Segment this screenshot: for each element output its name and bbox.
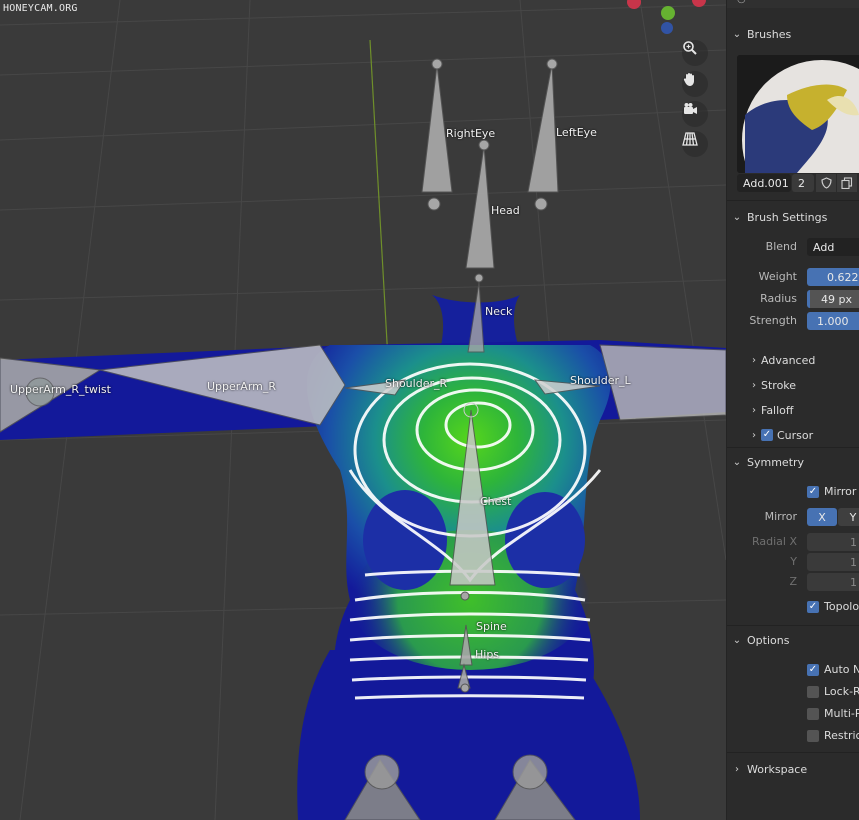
lock-relative-checkbox[interactable] [807, 685, 819, 698]
advanced-subpanel[interactable]: › Advanced [747, 350, 815, 370]
chevron-right-icon: › [752, 354, 756, 366]
hand-pan-icon[interactable] [682, 71, 708, 97]
radial-z-field[interactable]: 1 [807, 573, 859, 591]
panel-top-bar: ◔ [727, 0, 859, 8]
grid-perspective-icon[interactable] [682, 131, 708, 157]
radial-x-label: Radial X [751, 535, 797, 548]
properties-panel: ◔ ⌄ Brushes Add.001 2 ⌄ Brush Settings B… [726, 0, 859, 820]
strength-slider[interactable]: 1.000 [807, 312, 859, 330]
blend-dropdown[interactable]: Add [807, 238, 859, 256]
symmetry-header[interactable]: ⌄ Symmetry [727, 451, 859, 473]
multi-paint-checkbox[interactable] [807, 707, 819, 720]
restrict-option[interactable]: Restrict [807, 729, 859, 742]
fake-user-shield-icon[interactable] [816, 174, 836, 192]
auto-normalize-checkbox[interactable]: ✓ [807, 663, 819, 676]
divider [727, 447, 859, 448]
auto-normalize-option[interactable]: ✓ Auto No [807, 663, 859, 676]
lock-relative-option[interactable]: Lock-Re [807, 685, 859, 698]
chevron-right-icon: › [752, 379, 756, 391]
duplicate-icon[interactable] [837, 174, 857, 192]
topology-mirror-checkbox[interactable]: ✓ [807, 600, 819, 613]
divider [727, 200, 859, 201]
watermark: HONEYCAM.ORG [3, 3, 78, 14]
brush-users-count[interactable]: 2 [792, 174, 814, 192]
workspace-header[interactable]: › Workspace [727, 758, 859, 780]
brush-settings-header[interactable]: ⌄ Brush Settings [727, 206, 859, 228]
mirror-vertex-groups-option[interactable]: ✓ Mirror V [807, 485, 859, 498]
brush-preview[interactable] [737, 55, 859, 173]
chevron-right-icon: › [752, 404, 756, 416]
chevron-down-icon: ⌄ [732, 634, 742, 646]
3d-viewport[interactable]: HONEYCAM.ORG RightEye LeftEye Head Neck … [0, 0, 726, 820]
bone-label-upperarm-r: UpperArm_R [207, 380, 277, 393]
weight-slider[interactable]: 0.622 [807, 268, 859, 286]
options-header[interactable]: ⌄ Options [727, 629, 859, 651]
divider [727, 752, 859, 753]
divider [727, 625, 859, 626]
chevron-down-icon: ⌄ [732, 211, 742, 223]
mirror-y-toggle[interactable]: Y [838, 508, 859, 526]
bone-label-chest: Chest [480, 495, 512, 508]
topology-mirror-option[interactable]: ✓ Topolog [807, 600, 859, 613]
chevron-down-icon: ⌄ [732, 28, 742, 40]
weight-label: Weight [758, 270, 797, 283]
stroke-subpanel[interactable]: › Stroke [747, 375, 796, 395]
bone-label-shoulder-r: Shoulder_R [385, 377, 448, 390]
gizmo-y-dot [661, 6, 675, 20]
zoom-icon[interactable] [682, 40, 708, 66]
radial-x-field[interactable]: 1 [807, 533, 859, 551]
multi-paint-option[interactable]: Multi-Pa [807, 707, 859, 720]
wrench-icon[interactable]: ◔ [737, 0, 746, 5]
bone-label-head: Head [491, 204, 520, 217]
radius-label: Radius [760, 292, 797, 305]
cursor-subpanel[interactable]: › ✓ Cursor [747, 425, 813, 445]
bone-label-shoulder-l: Shoulder_L [570, 374, 631, 387]
brushes-panel-header[interactable]: ⌄ Brushes [727, 23, 859, 45]
viewport-scene [0, 0, 726, 820]
bone-label-spine: Spine [476, 620, 507, 633]
falloff-subpanel[interactable]: › Falloff [747, 400, 793, 420]
radial-z-label: Z [789, 575, 797, 588]
radial-y-label: Y [790, 555, 797, 568]
camera-icon[interactable] [682, 101, 708, 127]
bone-label-hips: Hips [475, 648, 500, 661]
gizmo-neg-z-dot [661, 22, 673, 34]
brush-name-field[interactable]: Add.001 [737, 174, 791, 192]
blend-label: Blend [765, 240, 797, 253]
bone-label-neck: Neck [485, 305, 513, 318]
chevron-right-icon: › [752, 429, 756, 441]
chevron-down-icon: ⌄ [732, 456, 742, 468]
restrict-checkbox[interactable] [807, 729, 819, 742]
y-axis-line [369, 39, 389, 361]
strength-label: Strength [749, 314, 797, 327]
mirror-vertex-checkbox[interactable]: ✓ [807, 485, 819, 498]
chevron-right-icon: › [735, 763, 739, 775]
radius-field[interactable]: 49 px [807, 290, 859, 308]
bone-label-lefteye: LeftEye [556, 126, 597, 139]
bone-label-upperarm-r-twist: UpperArm_R_twist [10, 383, 111, 396]
cursor-checkbox[interactable]: ✓ [761, 429, 773, 441]
mirror-x-toggle[interactable]: X [807, 508, 837, 526]
mirror-label: Mirror [764, 510, 797, 523]
radial-y-field[interactable]: 1 [807, 553, 859, 571]
bone-label-righteye: RightEye [446, 127, 496, 140]
